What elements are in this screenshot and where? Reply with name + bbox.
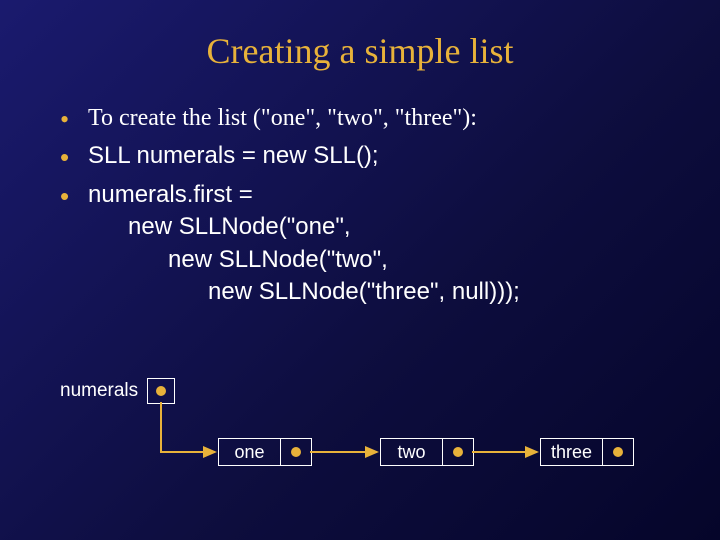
node-pointer <box>443 439 473 465</box>
code-line: new SLLNode("three", null))); <box>88 276 680 308</box>
code-line: SLL numerals = new SLL(); <box>88 142 379 169</box>
node-value: one <box>219 439 281 465</box>
pointer-dot-icon <box>453 447 463 457</box>
code-line: new SLLNode("two", <box>88 244 680 276</box>
head-label: numerals <box>60 380 138 402</box>
bullet-text: To create the list ("one", "two", "three… <box>88 105 477 131</box>
slide-title: Creating a simple list <box>40 30 680 72</box>
node-pointer <box>603 439 633 465</box>
bullet-item: numerals.first = new SLLNode("one", new … <box>60 179 680 309</box>
bullet-item: To create the list ("one", "two", "three… <box>60 102 680 134</box>
arrow-icon <box>161 402 215 452</box>
list-node: three <box>540 438 634 466</box>
pointer-dot-icon <box>291 447 301 457</box>
node-pointer <box>281 439 311 465</box>
bullet-list: To create the list ("one", "two", "three… <box>60 102 680 308</box>
head-pointer-box <box>147 378 175 404</box>
node-value: two <box>381 439 443 465</box>
bullet-item: SLL numerals = new SLL(); <box>60 140 680 172</box>
pointer-dot-icon <box>156 386 166 396</box>
linked-list-diagram: numerals one two three <box>0 380 720 520</box>
node-value: three <box>541 439 603 465</box>
code-line: new SLLNode("one", <box>88 211 680 243</box>
pointer-dot-icon <box>613 447 623 457</box>
list-node: one <box>218 438 312 466</box>
slide: Creating a simple list To create the lis… <box>0 0 720 308</box>
list-node: two <box>380 438 474 466</box>
code-line: numerals.first = <box>88 181 253 208</box>
